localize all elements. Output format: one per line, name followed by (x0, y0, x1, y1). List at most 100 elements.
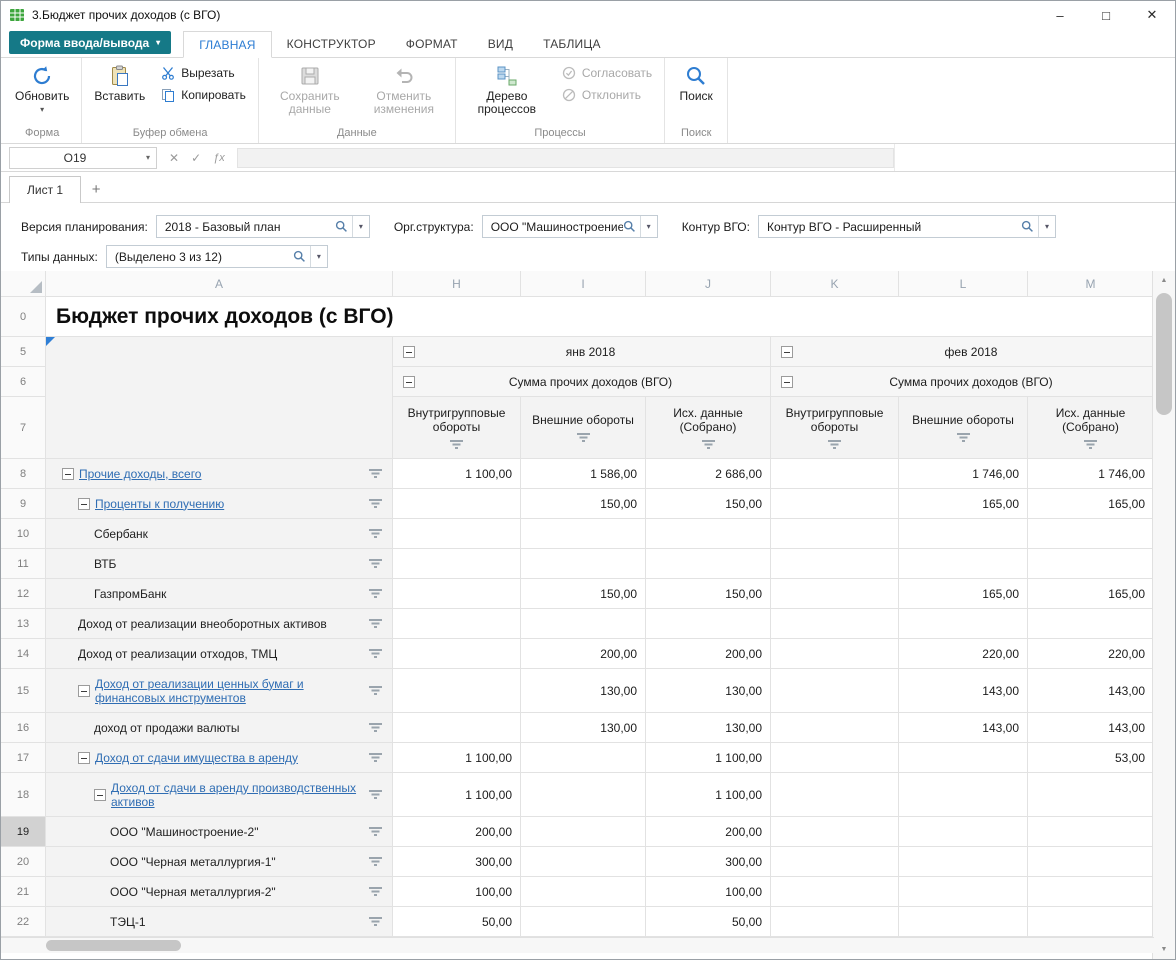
cell-L11[interactable] (899, 549, 1028, 579)
scroll-up-icon[interactable]: ▲ (1153, 271, 1175, 290)
cell-H13[interactable] (393, 609, 521, 639)
row-header-8[interactable]: 8 (1, 459, 46, 489)
collapse-icon[interactable] (78, 498, 90, 510)
cell-L18[interactable] (899, 773, 1028, 817)
cell-M12[interactable]: 165,00 (1028, 579, 1154, 609)
cell-K13[interactable] (771, 609, 899, 639)
cell-J15[interactable]: 130,00 (646, 669, 771, 713)
cell-J17[interactable]: 1 100,00 (646, 743, 771, 773)
cell-L13[interactable] (899, 609, 1028, 639)
filter-icon[interactable] (369, 753, 382, 762)
period-header[interactable]: янв 2018 (393, 337, 771, 367)
cell-I13[interactable] (521, 609, 646, 639)
approve-button[interactable]: Согласовать (555, 64, 659, 82)
filter-icon[interactable] (369, 790, 382, 799)
cell-L10[interactable] (899, 519, 1028, 549)
cell-K10[interactable] (771, 519, 899, 549)
filter-icon[interactable] (702, 440, 715, 449)
row-label-cell[interactable]: ВТБ (46, 549, 393, 579)
cell-H10[interactable] (393, 519, 521, 549)
row-header-14[interactable]: 14 (1, 639, 46, 669)
filter-vgo-input[interactable]: Контур ВГО - Расширенный▾ (758, 215, 1056, 238)
tab-table[interactable]: ТАБЛИЦА (528, 30, 616, 57)
collapse-icon[interactable] (403, 346, 415, 358)
column-header-K[interactable]: K (771, 271, 899, 297)
tab-view[interactable]: ВИД (473, 30, 528, 57)
cell-I22[interactable] (521, 907, 646, 937)
chevron-down-icon[interactable]: ▾ (640, 216, 657, 237)
filter-icon[interactable] (369, 857, 382, 866)
search-icon[interactable] (1021, 220, 1038, 233)
cell-I18[interactable] (521, 773, 646, 817)
cell-H11[interactable] (393, 549, 521, 579)
reject-button[interactable]: Отклонить (555, 86, 659, 104)
row-label[interactable]: Доход от сдачи имущества в аренду (95, 751, 298, 765)
search-button[interactable]: Поиск (670, 60, 722, 104)
cell-J19[interactable]: 200,00 (646, 817, 771, 847)
cell-H15[interactable] (393, 669, 521, 713)
measure-header[interactable]: Сумма прочих доходов (ВГО) (393, 367, 771, 397)
insert-function-icon[interactable]: ƒx (213, 152, 225, 164)
cell-K17[interactable] (771, 743, 899, 773)
cancel-formula-icon[interactable]: ✕ (169, 151, 179, 165)
cell-K19[interactable] (771, 817, 899, 847)
cell-H14[interactable] (393, 639, 521, 669)
cell-M19[interactable] (1028, 817, 1154, 847)
filter-icon[interactable] (369, 559, 382, 568)
cell-H22[interactable]: 50,00 (393, 907, 521, 937)
row-header-16[interactable]: 16 (1, 713, 46, 743)
measure-header[interactable]: Сумма прочих доходов (ВГО) (771, 367, 1154, 397)
cell-L12[interactable]: 165,00 (899, 579, 1028, 609)
app-menu-button[interactable]: Форма ввода/вывода ▾ (9, 31, 171, 54)
cell-J11[interactable] (646, 549, 771, 579)
row-label[interactable]: Проценты к получению (95, 497, 224, 511)
cell-J13[interactable] (646, 609, 771, 639)
cell-K11[interactable] (771, 549, 899, 579)
cell-I10[interactable] (521, 519, 646, 549)
row-label-cell[interactable]: Проценты к получению (46, 489, 393, 519)
row-label-cell[interactable]: Доход от реализации внеоборотных активов (46, 609, 393, 639)
cell-M8[interactable]: 1 746,00 (1028, 459, 1154, 489)
maximize-icon[interactable]: □ (1083, 1, 1129, 29)
cell-I15[interactable]: 130,00 (521, 669, 646, 713)
row-header-6[interactable]: 6 (1, 367, 46, 397)
cell-K16[interactable] (771, 713, 899, 743)
filter-icon[interactable] (957, 433, 970, 442)
cell-M13[interactable] (1028, 609, 1154, 639)
filter-icon[interactable] (369, 499, 382, 508)
cell-J8[interactable]: 2 686,00 (646, 459, 771, 489)
cell-K14[interactable] (771, 639, 899, 669)
cell-J22[interactable]: 50,00 (646, 907, 771, 937)
filter-icon[interactable] (1084, 440, 1097, 449)
cell-I12[interactable]: 150,00 (521, 579, 646, 609)
cell-L14[interactable]: 220,00 (899, 639, 1028, 669)
filter-icon[interactable] (369, 723, 382, 732)
cell-H21[interactable]: 100,00 (393, 877, 521, 907)
cell-K15[interactable] (771, 669, 899, 713)
horizontal-scrollbar[interactable] (1, 937, 1154, 953)
cell-I17[interactable] (521, 743, 646, 773)
cell-J10[interactable] (646, 519, 771, 549)
row-header-22[interactable]: 22 (1, 907, 46, 937)
row-header-0[interactable]: 0 (1, 297, 46, 337)
filter-icon[interactable] (369, 686, 382, 695)
cell-K22[interactable] (771, 907, 899, 937)
cell-J18[interactable]: 1 100,00 (646, 773, 771, 817)
row-label-cell[interactable]: Прочие доходы, всего (46, 459, 393, 489)
cut-button[interactable]: Вырезать (154, 64, 253, 82)
column-header-M[interactable]: M (1028, 271, 1154, 297)
collapse-icon[interactable] (62, 468, 74, 480)
cell-H12[interactable] (393, 579, 521, 609)
row-label[interactable]: Прочие доходы, всего (79, 467, 201, 481)
filter-icon[interactable] (369, 589, 382, 598)
cell-H18[interactable]: 1 100,00 (393, 773, 521, 817)
cell-M22[interactable] (1028, 907, 1154, 937)
filter-icon[interactable] (369, 619, 382, 628)
row-label-cell[interactable]: Сбербанк (46, 519, 393, 549)
cell-K9[interactable] (771, 489, 899, 519)
confirm-formula-icon[interactable]: ✓ (191, 151, 201, 165)
cell-J21[interactable]: 100,00 (646, 877, 771, 907)
filter-icon[interactable] (369, 469, 382, 478)
collapse-icon[interactable] (78, 685, 90, 697)
row-label[interactable]: Доход от реализации ценных бумаг и финан… (95, 677, 364, 705)
